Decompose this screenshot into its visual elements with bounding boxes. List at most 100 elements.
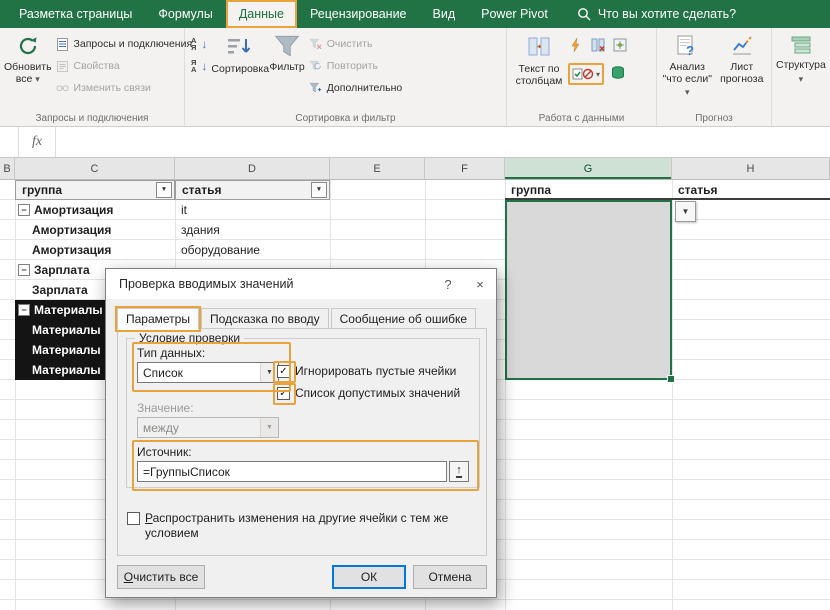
filter-dropdown-button[interactable]: ▼ [156, 182, 172, 198]
checkbox-checked[interactable]: ✓ [277, 387, 290, 400]
properties-icon [56, 60, 69, 73]
refresh-all-button[interactable]: Обновить все ▾ [3, 31, 53, 89]
sort-button[interactable]: Сортировка [210, 31, 268, 78]
sort-descending-button[interactable]: ЯА ↓ [188, 57, 210, 75]
filter-dropdown-button[interactable]: ▼ [311, 182, 327, 198]
dialog-tabs: Параметры Подсказка по вводу Сообщение о… [117, 307, 478, 329]
funnel-icon [274, 34, 300, 58]
tab-power-pivot[interactable]: Power Pivot [468, 0, 561, 28]
tab-data[interactable]: Данные [226, 0, 297, 28]
sort-az-icon: АЯ [191, 37, 196, 51]
what-if-analysis-button[interactable]: ? Анализ "что если" ▾ [660, 31, 715, 101]
ignore-blank-checkbox[interactable]: ✓ Игнорировать пустые ячейки [277, 364, 456, 378]
apply-to-all-checkbox[interactable]: Распространить изменения на другие ячейк… [127, 511, 463, 541]
table-header-item[interactable]: статья ▼ [175, 180, 330, 200]
selected-range[interactable] [505, 200, 672, 380]
outline-collapse-icon[interactable]: − [18, 304, 30, 316]
cell-group[interactable]: Амортизация [15, 220, 175, 240]
group-sort-filter: АЯ ↓ ЯА ↓ Сортировка Фильтр Очистить [185, 28, 507, 126]
cancel-button[interactable]: Отмена [413, 565, 487, 589]
checkbox-checked[interactable]: ✓ [277, 365, 290, 378]
tab-review[interactable]: Рецензирование [297, 0, 420, 28]
tab-page-layout[interactable]: Разметка страницы [6, 0, 145, 28]
column-header-e[interactable]: E [330, 158, 425, 179]
manage-data-model-button[interactable] [610, 65, 626, 84]
edit-links-button[interactable]: Изменить связи [53, 79, 196, 97]
cell-item[interactable]: оборудование [175, 240, 330, 260]
target-header-group[interactable]: группа [505, 180, 672, 200]
value-combo: между ▼ [137, 417, 279, 438]
outline-collapse-icon[interactable]: − [18, 264, 30, 276]
outline-collapse-icon[interactable]: − [18, 204, 30, 216]
tab-formulas[interactable]: Формулы [145, 0, 225, 28]
clear-filter-icon [309, 38, 322, 50]
close-icon[interactable]: × [464, 269, 496, 299]
consolidate-button[interactable] [612, 37, 628, 56]
flash-fill-button[interactable] [568, 37, 584, 56]
query-sheet-icon [56, 38, 69, 51]
dropdown-caret-icon: ▾ [685, 87, 690, 97]
formula-input[interactable] [56, 127, 830, 157]
properties-button[interactable]: Свойства [53, 57, 196, 75]
data-validation-button[interactable]: ▾ [568, 63, 604, 85]
range-picker-button[interactable]: ↑ [449, 461, 469, 482]
cell-dropdown-button[interactable]: ▼ [675, 201, 696, 222]
column-header-g[interactable]: G [505, 158, 672, 179]
sort-za-icon: ЯА [191, 59, 196, 73]
filter-button-large[interactable]: Фильтр [268, 31, 305, 76]
dialog-title-bar[interactable]: Проверка вводимых значений ? × [106, 269, 496, 299]
column-header-c[interactable]: C [15, 158, 175, 179]
checkbox-unchecked[interactable] [127, 512, 140, 525]
combo-caret-icon[interactable]: ▼ [260, 363, 278, 382]
group-queries-connections: Обновить все ▾ Запросы и подключения Сво… [0, 28, 185, 126]
source-input[interactable]: =ГруппыСписок [137, 461, 447, 482]
cell-group[interactable]: −Амортизация [15, 200, 175, 220]
column-header-f[interactable]: F [425, 158, 505, 179]
column-header-d[interactable]: D [175, 158, 330, 179]
dropdown-caret-icon: ▾ [596, 70, 600, 79]
ok-button[interactable]: ОК [332, 565, 406, 589]
group-label: Прогноз [657, 113, 771, 124]
remove-duplicates-button[interactable] [590, 37, 606, 56]
ribbon-tab-bar: Разметка страницы Формулы Данные Рецензи… [0, 0, 830, 28]
group-label: Запросы и подключения [0, 113, 184, 124]
caret-down-icon: ▼ [316, 180, 322, 200]
tab-input-message[interactable]: Подсказка по вводу [201, 308, 329, 330]
advanced-filter-icon [309, 82, 322, 94]
in-cell-dropdown-checkbox[interactable]: ✓ Список допустимых значений [277, 386, 460, 400]
clear-all-button[interactable]: Очистить все [117, 565, 205, 589]
data-type-combo[interactable]: Список ▼ [137, 362, 279, 383]
consolidate-icon [612, 37, 628, 53]
formula-bar: fx [0, 127, 830, 158]
tab-settings[interactable]: Параметры [117, 308, 199, 330]
text-to-columns-button[interactable]: Текст по столбцам [510, 31, 568, 91]
clear-filter-button[interactable]: Очистить [306, 35, 406, 53]
outline-button[interactable]: Структура ▾ [775, 31, 827, 88]
fill-handle[interactable] [667, 375, 675, 383]
queries-connections-button[interactable]: Запросы и подключения [53, 35, 196, 53]
sort-ascending-button[interactable]: АЯ ↓ [188, 35, 210, 53]
search-label: Что вы хотите сделать? [598, 7, 736, 21]
target-header-item[interactable]: статья [672, 180, 830, 200]
gridline [672, 180, 673, 610]
reapply-filter-button[interactable]: Повторить [306, 57, 406, 75]
fx-icon[interactable]: fx [19, 127, 56, 157]
forecast-sheet-button[interactable]: Лист прогноза [715, 31, 770, 89]
table-header-group[interactable]: группа ▼ [15, 180, 175, 200]
reapply-filter-icon [309, 60, 322, 72]
advanced-filter-button[interactable]: Дополнительно [306, 79, 406, 97]
refresh-icon [17, 34, 39, 58]
tab-error-alert[interactable]: Сообщение об ошибке [331, 308, 476, 330]
tab-view[interactable]: Вид [420, 0, 469, 28]
help-button[interactable]: ? [432, 269, 464, 299]
tell-me-search[interactable]: Что вы хотите сделать? [577, 0, 736, 28]
cell-item[interactable]: it [175, 200, 330, 220]
column-header-h[interactable]: H [672, 158, 830, 179]
data-model-icon [610, 65, 626, 81]
caret-down-icon: ▼ [682, 207, 690, 216]
name-box[interactable] [0, 127, 19, 157]
cell-item[interactable]: здания [175, 220, 330, 240]
column-header-b[interactable]: B [0, 158, 15, 179]
data-validation-dialog: Проверка вводимых значений ? × Параметры… [105, 268, 497, 598]
cell-group[interactable]: Амортизация [15, 240, 175, 260]
